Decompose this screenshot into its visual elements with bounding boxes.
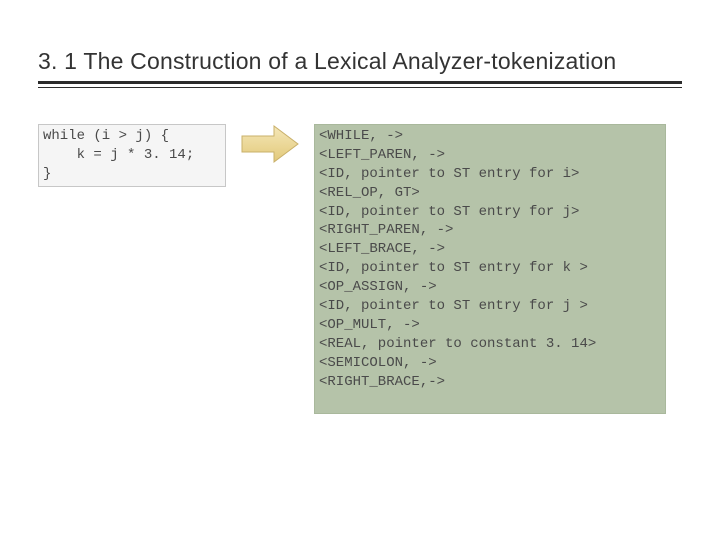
- token-output-box: <WHILE, -> <LEFT_PAREN, -> <ID, pointer …: [314, 124, 666, 414]
- title-rule: [38, 81, 682, 88]
- arrow-right-icon: [240, 124, 300, 164]
- arrow-shape: [242, 126, 298, 162]
- content-row: while (i > j) { k = j * 3. 14; } <WHILE,…: [38, 110, 682, 428]
- slide: 3. 1 The Construction of a Lexical Analy…: [0, 0, 720, 540]
- arrow-container: [240, 110, 300, 164]
- source-code-box: while (i > j) { k = j * 3. 14; }: [38, 124, 226, 187]
- page-title: 3. 1 The Construction of a Lexical Analy…: [38, 48, 682, 75]
